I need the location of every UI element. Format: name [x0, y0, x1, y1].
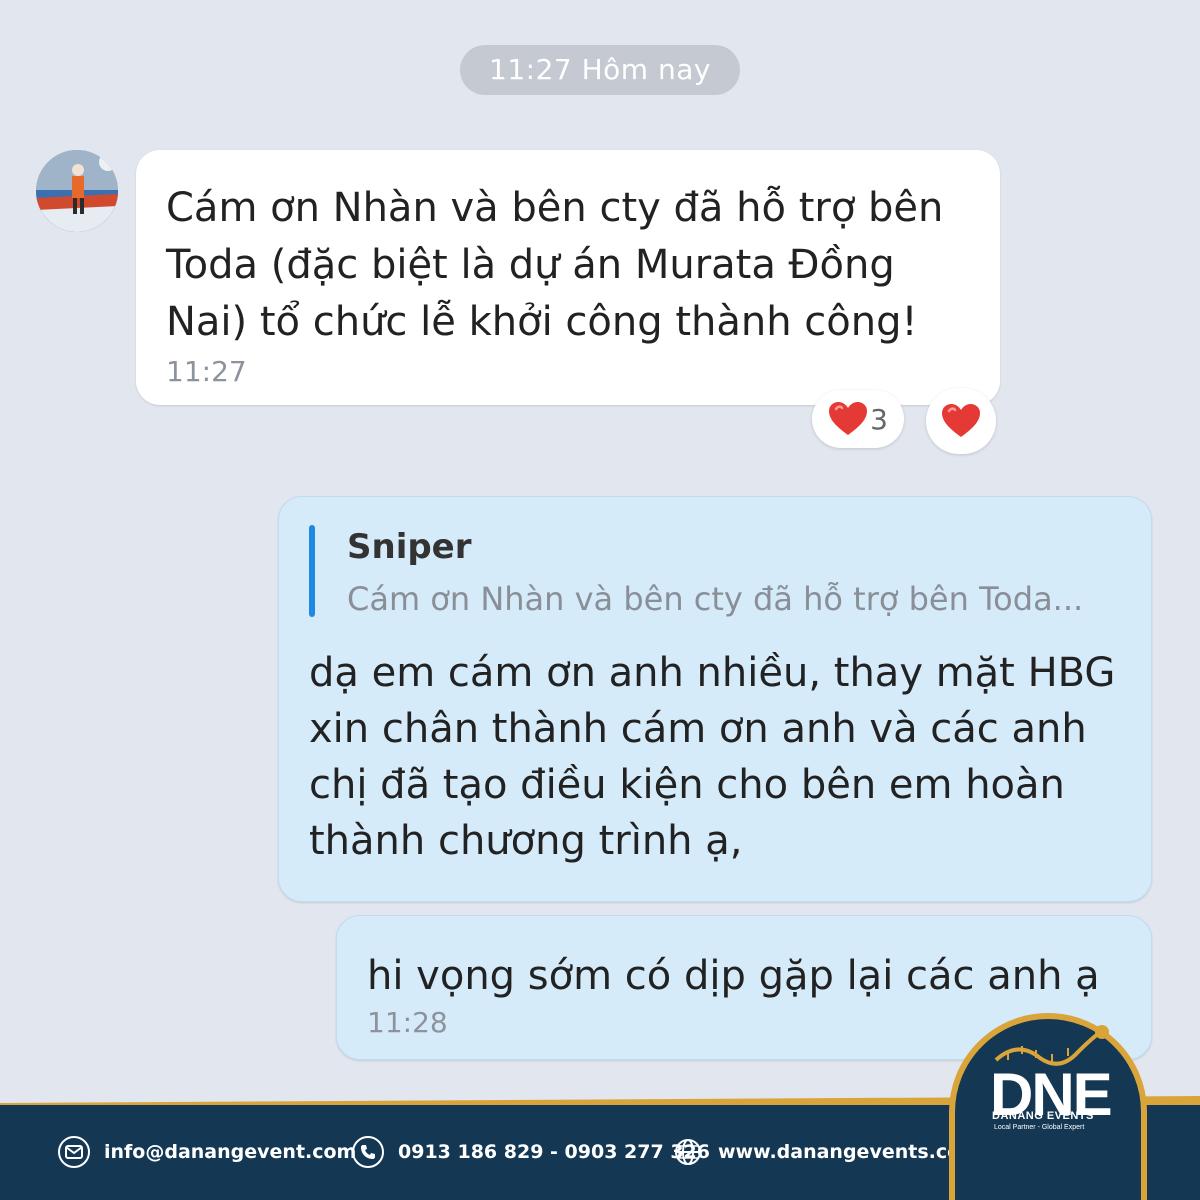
reaction-count: 3 [870, 402, 888, 436]
reply-message-bubble[interactable]: Sniper Cám ơn Nhàn và bên cty đã hỗ trợ … [278, 496, 1152, 902]
outgoing-message-text: hi vọng sớm có dịp gặp lại các anh ạ [367, 953, 1100, 999]
footer-email-text: info@danangevent.com [104, 1141, 357, 1163]
logo-subtitle: DANANG EVENTS [992, 1110, 1094, 1122]
logo-tagline: Local Partner - Global Expert [994, 1124, 1085, 1131]
reply-message-text: dạ em cám ơn anh nhiều, thay mặt HBG xin… [309, 650, 1116, 864]
heart-icon [829, 402, 868, 435]
footer-phone[interactable]: 0913 186 829 - 0903 277 326 [352, 1135, 710, 1169]
heart-icon [942, 404, 980, 437]
quote-text: Cám ơn Nhàn và bên cty đã hỗ trợ bên Tod… [347, 580, 1084, 618]
date-separator: 11:27 Hôm nay [460, 45, 740, 95]
reaction-summary[interactable]: 3 [812, 390, 904, 448]
incoming-message-bubble[interactable]: Cám ơn Nhàn và bên cty đã hỗ trợ bên Tod… [136, 150, 1000, 405]
globe-icon [672, 1136, 704, 1168]
avatar-photo [36, 150, 118, 232]
incoming-message-text: Cám ơn Nhàn và bên cty đã hỗ trợ bên Tod… [166, 185, 944, 345]
incoming-message-time: 11:27 [166, 355, 247, 388]
react-heart-button[interactable] [926, 388, 996, 454]
quoted-message[interactable]: Sniper Cám ơn Nhàn và bên cty đã hỗ trợ … [309, 523, 1121, 627]
quote-bar [309, 525, 315, 617]
phone-icon [352, 1136, 384, 1168]
footer-phone-text: 0913 186 829 - 0903 277 326 [398, 1141, 710, 1163]
footer-email[interactable]: info@danangevent.com [58, 1135, 356, 1169]
quote-author: Sniper [347, 527, 472, 567]
sender-avatar[interactable] [36, 150, 118, 232]
mail-icon [58, 1136, 90, 1168]
